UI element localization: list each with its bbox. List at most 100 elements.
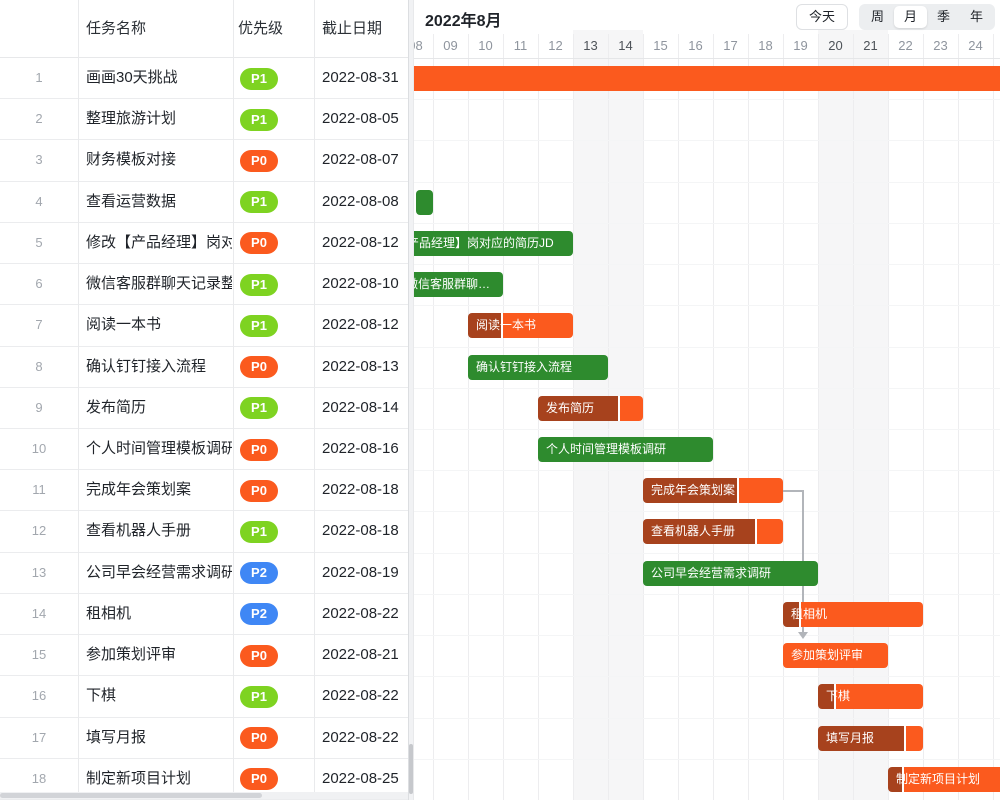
day-header-cell: 18: [748, 34, 783, 58]
task-name[interactable]: 财务模板对接: [86, 140, 232, 180]
task-name[interactable]: 个人时间管理模板调研: [86, 429, 232, 469]
gantt-bar[interactable]: 微信客服群聊天记录整理: [414, 272, 503, 297]
view-option-月[interactable]: 月: [894, 6, 927, 28]
task-name[interactable]: 确认钉钉接入流程: [86, 347, 232, 387]
gantt-bar[interactable]: 阅读一本书: [468, 313, 573, 338]
gantt-row-line: [414, 470, 1000, 471]
table-row[interactable]: 14租相机P22022-08-22: [0, 594, 408, 635]
gantt-bar[interactable]: 完成年会策划案: [643, 478, 783, 503]
grid-line: [923, 34, 924, 800]
row-number: 3: [0, 140, 78, 180]
row-number: 11: [0, 470, 78, 510]
task-name[interactable]: 发布简历: [86, 388, 232, 428]
task-name[interactable]: 画画30天挑战: [86, 58, 232, 98]
gantt-bar[interactable]: 发布简历: [538, 396, 643, 421]
task-name[interactable]: 参加策划评审: [86, 635, 232, 675]
table-row[interactable]: 1画画30天挑战P12022-08-31: [0, 58, 408, 99]
horizontal-scrollbar[interactable]: [0, 792, 408, 799]
column-header-priority: 优先级: [238, 0, 283, 58]
gantt-bar[interactable]: 确认钉钉接入流程: [468, 355, 608, 380]
day-header-cell: 20: [818, 34, 853, 58]
table-row[interactable]: 15参加策划评审P02022-08-21: [0, 635, 408, 676]
gantt-bar[interactable]: 查看机器人手册: [643, 519, 783, 544]
table-row[interactable]: 13公司早会经营需求调研P22022-08-19: [0, 553, 408, 594]
day-header-cell: 19: [783, 34, 818, 58]
horizontal-scrollbar-thumb[interactable]: [0, 793, 262, 798]
table-row[interactable]: 12查看机器人手册P12022-08-18: [0, 511, 408, 552]
gantt-bar[interactable]: 画画30天挑战: [414, 66, 1000, 91]
task-name[interactable]: 完成年会策划案: [86, 470, 232, 510]
view-option-周[interactable]: 周: [861, 6, 894, 28]
task-name[interactable]: 阅读一本书: [86, 305, 232, 345]
bar-label: 填写月报: [818, 726, 882, 751]
task-name[interactable]: 填写月报: [86, 718, 232, 758]
task-name[interactable]: 下棋: [86, 676, 232, 716]
row-number: 13: [0, 553, 78, 593]
due-date: 2022-08-22: [322, 594, 399, 634]
due-date: 2022-08-16: [322, 429, 399, 469]
table-row[interactable]: 4查看运营数据P12022-08-08: [0, 182, 408, 223]
due-date: 2022-08-05: [322, 99, 399, 139]
table-row[interactable]: 6微信客服群聊天记录整理P12022-08-10: [0, 264, 408, 305]
bar-label: 确认钉钉接入流程: [468, 355, 580, 380]
table-row[interactable]: 9发布简历P12022-08-14: [0, 388, 408, 429]
task-name[interactable]: 查看运营数据: [86, 182, 232, 222]
day-header-cell: 22: [888, 34, 923, 58]
gantt-bar[interactable]: 填写月报: [818, 726, 923, 751]
grid-line: [748, 34, 749, 800]
row-number: 5: [0, 223, 78, 263]
column-header-task-name: 任务名称: [86, 0, 146, 58]
task-name[interactable]: 修改【产品经理】岗对应的简历JD: [86, 223, 232, 263]
gantt-row-line: [414, 264, 1000, 265]
bar-remaining-segment: [620, 396, 643, 421]
task-name[interactable]: 租相机: [86, 594, 232, 634]
table-row[interactable]: 2整理旅游计划P12022-08-05: [0, 99, 408, 140]
gantt-bar[interactable]: 下棋: [818, 684, 923, 709]
gantt-bar[interactable]: 制定新项目计划: [888, 767, 1000, 792]
grid-line: [468, 34, 469, 800]
gantt-bar[interactable]: [416, 190, 434, 215]
table-row[interactable]: 17填写月报P02022-08-22: [0, 718, 408, 759]
table-row[interactable]: 11完成年会策划案P02022-08-18: [0, 470, 408, 511]
due-date: 2022-08-08: [322, 182, 399, 222]
gantt-bar[interactable]: 公司早会经营需求调研: [643, 561, 818, 586]
column-divider: [78, 0, 79, 792]
table-row[interactable]: 10个人时间管理模板调研P02022-08-16: [0, 429, 408, 470]
view-option-季[interactable]: 季: [927, 6, 960, 28]
bar-label: 修改【产品经理】岗对应的简历JD: [414, 231, 562, 256]
vertical-scrollbar-thumb[interactable]: [409, 744, 413, 794]
task-name[interactable]: 公司早会经营需求调研: [86, 553, 232, 593]
bar-remaining-segment: [739, 478, 783, 503]
table-row[interactable]: 16下棋P12022-08-22: [0, 676, 408, 717]
today-button[interactable]: 今天: [796, 4, 848, 30]
row-number: 16: [0, 676, 78, 716]
due-date: 2022-08-12: [322, 223, 399, 263]
gantt-bar[interactable]: 租相机: [783, 602, 923, 627]
view-option-年[interactable]: 年: [960, 6, 993, 28]
bar-label: 个人时间管理模板调研: [538, 437, 674, 462]
gantt-row-line: [414, 635, 1000, 636]
table-row[interactable]: 3财务模板对接P02022-08-07: [0, 140, 408, 181]
connector-horizontal: [783, 490, 804, 492]
gantt-bar[interactable]: 个人时间管理模板调研: [538, 437, 713, 462]
due-date: 2022-08-18: [322, 470, 399, 510]
task-name[interactable]: 整理旅游计划: [86, 99, 232, 139]
table-row[interactable]: 7阅读一本书P12022-08-12: [0, 305, 408, 346]
gantt-bar[interactable]: 修改【产品经理】岗对应的简历JD: [414, 231, 573, 256]
gantt-row-line: [414, 759, 1000, 760]
task-name[interactable]: 查看机器人手册: [86, 511, 232, 551]
view-switcher: 周月季年: [859, 4, 995, 30]
grid-line: [993, 34, 994, 800]
gantt-row-line: [414, 305, 1000, 306]
table-row[interactable]: 8确认钉钉接入流程P02022-08-13: [0, 347, 408, 388]
due-date: 2022-08-22: [322, 718, 399, 758]
bar-label: 查看机器人手册: [643, 519, 743, 544]
table-row[interactable]: 5修改【产品经理】岗对应的简历JDP02022-08-12: [0, 223, 408, 264]
bar-label: 公司早会经营需求调研: [643, 561, 779, 586]
bar-label: 阅读一本书: [468, 313, 544, 338]
row-number: 10: [0, 429, 78, 469]
day-header-cell: 16: [678, 34, 713, 58]
gantt-row-line: [414, 182, 1000, 183]
gantt-bar[interactable]: 参加策划评审: [783, 643, 888, 668]
task-name[interactable]: 微信客服群聊天记录整理: [86, 264, 232, 304]
